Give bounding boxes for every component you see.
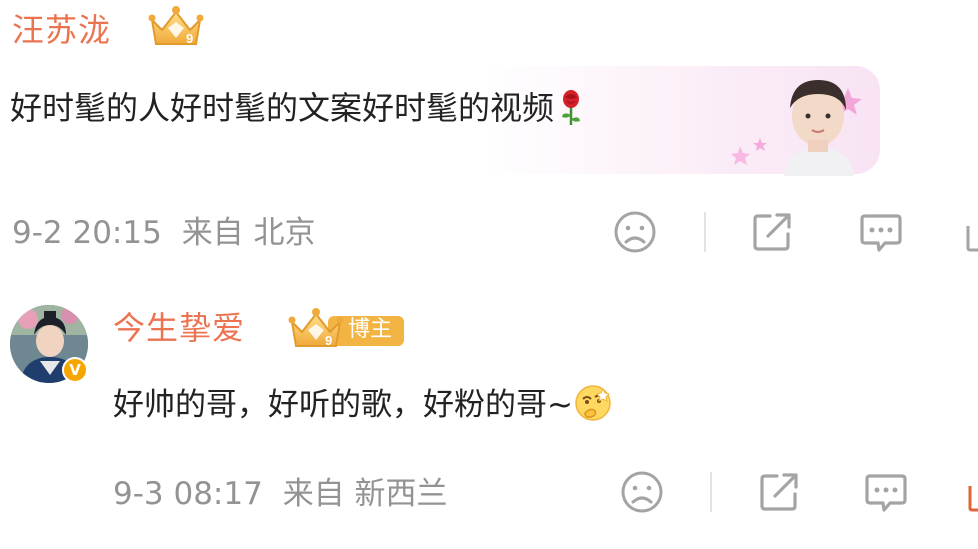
comment-meta: 9-2 20:15 来自 北京 [12,213,316,253]
bubble-decoration-portrait [731,80,862,176]
verified-badge-icon: V [62,357,88,383]
like-icon[interactable] [966,478,978,512]
sad-face-icon[interactable] [613,210,657,254]
comment-text-content: 好时髦的人好时髦的文案好时髦的视频 [10,89,555,127]
comment-location: 来自 新西兰 [282,476,448,512]
badge-level-number: 9 [186,31,193,46]
action-divider [704,212,706,252]
fan-level-badge-icon: 9 [148,6,204,46]
rose-emoji-icon [562,90,581,125]
comment-timestamp: 9-3 08:17 [113,476,263,512]
comment-author-name[interactable]: 汪苏泷 [12,8,111,52]
comment-location: 来自 北京 [181,215,316,251]
badge-level-number: 9 [325,333,332,348]
comment-icon[interactable] [864,470,908,514]
comment-meta: 9-3 08:17 来自 新西兰 [113,474,448,514]
comment-author-name[interactable]: 今生挚爱 [113,306,245,350]
comment-text: 好时髦的人好时髦的文案好时髦的视频 [10,86,586,130]
like-icon[interactable] [964,218,978,252]
role-tag: 博主 [348,317,393,342]
comment-text-content: 好帅的哥，好听的歌，好粉的哥~ [113,387,573,423]
share-icon[interactable] [757,470,801,514]
thinking-emoji-icon [575,385,611,421]
fan-badge-with-role: 9 博主 [288,304,406,352]
comment-text: 好帅的哥，好听的歌，好粉的哥~ [113,383,613,427]
share-icon[interactable] [750,210,794,254]
comment-icon[interactable] [859,210,903,254]
sad-face-icon[interactable] [620,470,664,514]
action-divider [710,472,712,512]
comment-bubble: 好时髦的人好时髦的文案好时髦的视频 [0,66,880,176]
comment-timestamp: 9-2 20:15 [12,215,162,251]
